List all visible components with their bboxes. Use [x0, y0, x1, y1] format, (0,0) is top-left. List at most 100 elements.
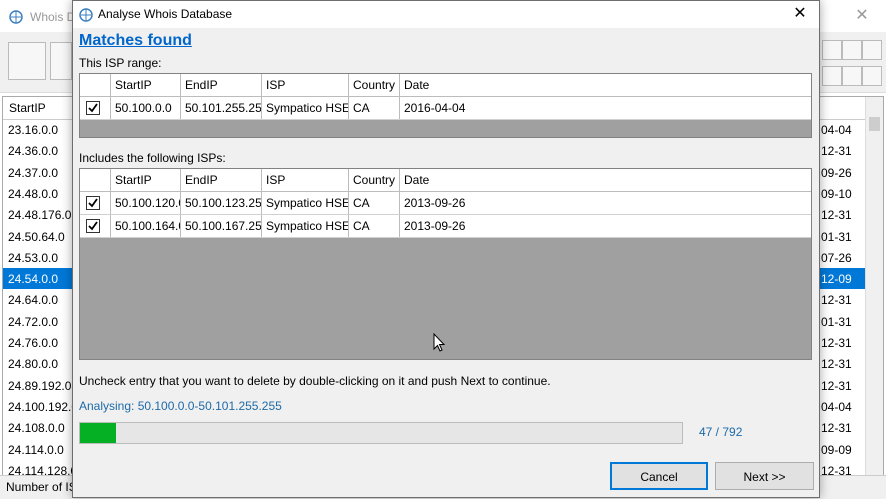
startip-cell: 50.100.0.0: [111, 97, 181, 119]
date-cell: 04-04: [821, 399, 852, 414]
startip-cell: 24.53.0.0: [8, 250, 59, 265]
startip-cell: 24.80.0.0: [8, 357, 59, 372]
date-cell: 12-31: [821, 357, 852, 372]
main-close-icon[interactable]: ✕: [850, 6, 874, 26]
toolbar-zoom-button[interactable]: [842, 40, 862, 60]
startip-header[interactable]: StartIP: [111, 74, 181, 96]
date-cell: 12-31: [821, 144, 852, 159]
isp-range-label: This ISP range:: [79, 56, 162, 70]
toolbar-search-button[interactable]: [822, 40, 842, 60]
cancel-button[interactable]: Cancel: [610, 462, 708, 490]
dialog-title: Analyse Whois Database: [98, 7, 233, 21]
date-cell: 12-31: [821, 421, 852, 436]
date-cell: 12-31: [821, 208, 852, 223]
date-cell: 09-10: [821, 186, 852, 201]
startip-cell: 24.76.0.0: [8, 336, 59, 350]
startip-cell: 23.16.0.0: [8, 123, 59, 137]
date-cell: 2013-09-26: [404, 196, 466, 210]
toolbar-filter-add-button[interactable]: [862, 66, 882, 86]
next-button[interactable]: Next >>: [715, 462, 814, 490]
startip-cell: 50.100.164.0: [111, 215, 181, 237]
check-cell[interactable]: [80, 215, 111, 237]
isp-header[interactable]: ISP: [262, 74, 349, 96]
progress-count: 47 / 792: [699, 425, 743, 439]
startip-header[interactable]: StartIP: [111, 169, 181, 191]
country-header[interactable]: Country: [349, 74, 400, 96]
startip-cell: 24.48.176.0: [8, 208, 72, 223]
instruction-text: Uncheck entry that you want to delete by…: [79, 374, 551, 388]
analysing-status: Analysing: 50.100.0.0-50.101.255.255: [79, 399, 282, 413]
isp-cell: Sympatico HSE: [262, 97, 349, 119]
startip-cell: 24.114.0.0: [8, 442, 64, 457]
isp-header[interactable]: ISP: [262, 169, 349, 191]
matches-heading: Matches found: [79, 32, 192, 49]
endip-header[interactable]: EndIP: [181, 169, 262, 191]
endip-header[interactable]: EndIP: [181, 74, 262, 96]
toolbar-export-button[interactable]: [50, 42, 72, 80]
check-column-header: [80, 169, 111, 191]
included-grid[interactable]: StartIP EndIP ISP Country Date 50.100.12…: [79, 168, 812, 360]
date-header[interactable]: Date: [400, 169, 811, 191]
startip-cell: 24.36.0.0: [8, 144, 59, 159]
date-cell: 01-31: [821, 314, 852, 329]
startip-cell: 24.37.0.0: [8, 165, 59, 180]
date-cell: 12-31: [821, 336, 852, 350]
check-cell[interactable]: [80, 192, 111, 214]
date-cell: 01-31: [821, 229, 852, 244]
date-cell: 12-09: [821, 272, 852, 287]
dialog-titlebar: Analyse Whois Database ✕: [73, 1, 819, 28]
date-cell: 07-26: [821, 250, 852, 265]
date-cell: 09-09: [821, 442, 852, 457]
startip-cell: 24.72.0.0: [8, 314, 59, 329]
toolbar-filter-button[interactable]: [822, 66, 842, 86]
table-row[interactable]: 50.100.120.0 50.100.123.255 Sympatico HSE C…: [80, 192, 811, 215]
endip-cell: 50.100.167.255: [181, 215, 262, 237]
table-row[interactable]: 50.100.164.0 50.100.167.255 Sympatico HSE C…: [80, 215, 811, 238]
startip-cell: 24.50.64.0: [8, 229, 65, 244]
checkbox-icon[interactable]: [86, 101, 100, 115]
country-cell: CA: [349, 192, 400, 214]
date-cell: 12-31: [821, 293, 852, 308]
analyse-dialog: Analyse Whois Database ✕ Matches found T…: [72, 0, 820, 498]
country-cell: CA: [349, 215, 400, 237]
progress-bar: [79, 422, 683, 444]
startip-cell: 24.54.0.0: [8, 272, 59, 287]
toolbar-zoom-remove-button[interactable]: [862, 40, 882, 60]
isp-cell: Sympatico HSE: [262, 215, 349, 237]
endip-cell: 50.100.123.255: [181, 192, 262, 214]
startip-cell: 24.48.0.0: [8, 186, 59, 201]
scrollbar-thumb[interactable]: [869, 117, 880, 131]
dialog-app-icon: [79, 8, 93, 22]
date-cell: 09-26: [821, 165, 852, 180]
close-icon[interactable]: ✕: [785, 3, 815, 25]
check-cell[interactable]: [80, 97, 111, 119]
checkbox-icon[interactable]: [86, 219, 100, 233]
startip-cell: 50.100.120.0: [111, 192, 181, 214]
isp-list-scrollbar[interactable]: [865, 97, 883, 475]
date-cell: 2016-04-04: [404, 101, 466, 115]
main-window-title: Whois D: [30, 10, 76, 24]
country-cell: CA: [349, 97, 400, 119]
date-cell: 2013-09-26: [404, 219, 466, 233]
startip-cell: 24.100.192.0: [8, 399, 79, 414]
range-grid[interactable]: StartIP EndIP ISP Country Date 50.100.0.…: [79, 73, 812, 138]
date-header[interactable]: Date: [400, 74, 811, 96]
mouse-cursor-icon: [433, 333, 446, 352]
included-grid-header: StartIP EndIP ISP Country Date: [80, 169, 811, 192]
date-cell: 12-31: [821, 378, 852, 393]
startip-column-header[interactable]: StartIP: [9, 101, 46, 115]
range-grid-header: StartIP EndIP ISP Country Date: [80, 74, 811, 97]
includes-label: Includes the following ISPs:: [79, 151, 226, 165]
checkbox-icon[interactable]: [86, 196, 100, 210]
startip-cell: 24.89.192.0: [8, 378, 72, 393]
isp-cell: Sympatico HSE: [262, 192, 349, 214]
progress-fill: [80, 423, 116, 443]
check-column-header: [80, 74, 111, 96]
table-row[interactable]: 50.100.0.0 50.101.255.255 Sympatico HSE CA 2…: [80, 97, 811, 120]
country-header[interactable]: Country: [349, 169, 400, 191]
endip-cell: 50.101.255.255: [181, 97, 262, 119]
toolbar-import-button[interactable]: [8, 42, 46, 80]
toolbar-filter-remove-button[interactable]: [842, 66, 862, 86]
app-icon: [9, 10, 23, 24]
startip-cell: 24.108.0.0: [8, 421, 65, 436]
